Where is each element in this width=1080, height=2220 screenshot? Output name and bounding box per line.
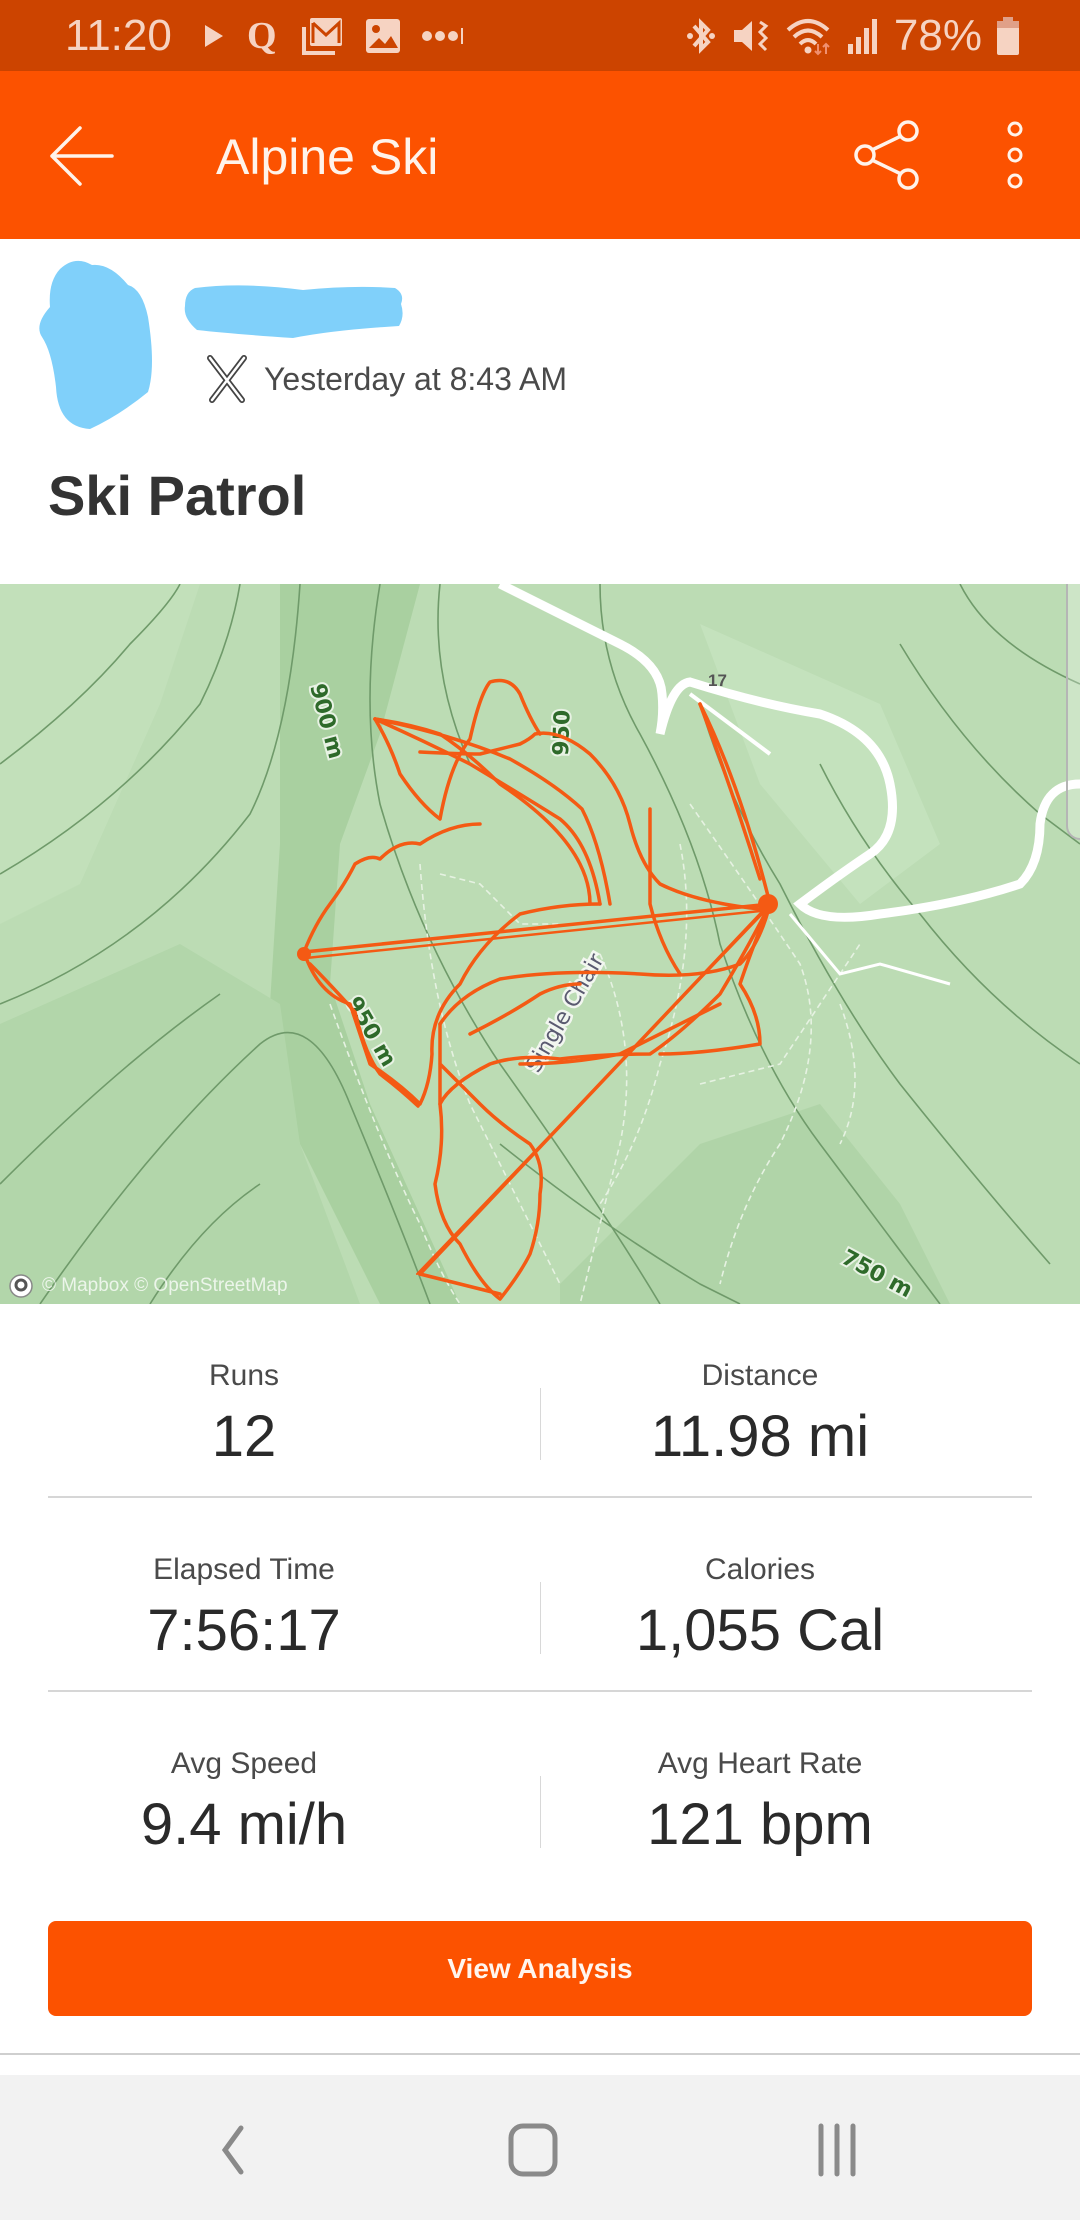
stat-label: Runs (208, 1359, 280, 1392)
more-options-button[interactable] (996, 117, 1034, 193)
battery-icon (997, 17, 1019, 55)
edge-panel-handle[interactable] (1066, 584, 1080, 840)
nav-recents-icon (818, 2123, 856, 2177)
page-title: Alpine Ski (216, 129, 439, 185)
arrow-left-icon (50, 126, 114, 186)
stat-value: 1,055 Cal (635, 1598, 885, 1663)
mapbox-logo-icon (9, 1274, 33, 1298)
stats-grid: Runs 12 Distance 11.98 mi Elapsed Time 7… (48, 1304, 1032, 1886)
stat-avg-speed: Avg Speed 9.4 mi/h (0, 1692, 490, 1886)
nav-home-button[interactable] (488, 2105, 578, 2195)
svg-text:Q: Q (247, 16, 277, 56)
stat-label: Elapsed Time (153, 1553, 335, 1586)
system-nav-bar (0, 2075, 1080, 2220)
stat-distance: Distance 11.98 mi (514, 1304, 1006, 1498)
back-button[interactable] (46, 121, 116, 191)
stat-label: Avg Speed (170, 1747, 318, 1780)
more-notifications-icon (422, 28, 463, 44)
nav-home-icon (508, 2123, 558, 2177)
battery-percent: 78% (893, 11, 982, 60)
stat-value: 9.4 mi/h (140, 1792, 348, 1857)
stat-label: Calories (704, 1553, 816, 1586)
stat-value: 7:56:17 (147, 1598, 341, 1663)
activity-header: Yesterday at 8:43 AM Ski Patrol (0, 239, 1080, 584)
nav-recents-button[interactable] (792, 2105, 882, 2195)
nav-back-button[interactable] (186, 2105, 276, 2195)
gmail-icon (302, 18, 342, 55)
mute-vibrate-icon (733, 20, 769, 52)
stat-label: Distance (701, 1359, 819, 1392)
view-analysis-button[interactable]: View Analysis (48, 1921, 1032, 2016)
stat-value: 11.98 mi (650, 1404, 870, 1469)
stat-value: 121 bpm (647, 1792, 873, 1857)
stat-elapsed-time: Elapsed Time 7:56:17 (0, 1498, 490, 1692)
status-bar: 11:20 Q 78% (0, 0, 1080, 71)
footer-divider (0, 2053, 1080, 2055)
athlete-name-redacted[interactable] (183, 282, 405, 342)
stats-row: Avg Speed 9.4 mi/h Avg Heart Rate 121 bp… (48, 1692, 1032, 1886)
share-button[interactable] (850, 117, 926, 193)
activity-title: Ski Patrol (48, 464, 307, 527)
alpine-ski-icon (207, 355, 247, 403)
bluetooth-icon (686, 18, 715, 54)
nav-back-icon (221, 2125, 244, 2175)
play-store-icon (205, 25, 223, 47)
quora-icon: Q (247, 16, 277, 56)
map-canvas: 17 900 m 950 950 m 750 m Single Chair (0, 584, 1080, 1304)
activity-timestamp: Yesterday at 8:43 AM (264, 361, 568, 397)
road-label: 17 (708, 671, 727, 690)
map-attribution[interactable]: © Mapbox © OpenStreetMap (8, 1272, 288, 1300)
stat-value: 12 (211, 1404, 277, 1469)
terrain-shading (0, 584, 950, 1304)
activity-map[interactable]: 17 900 m 950 950 m 750 m Single Chair (0, 584, 1080, 1304)
attribution-text: © Mapbox © OpenStreetMap (42, 1275, 288, 1296)
signal-icon (847, 19, 877, 54)
notification-icons: Q (203, 14, 465, 58)
stat-runs: Runs 12 (0, 1304, 490, 1498)
wifi-icon (786, 19, 830, 56)
share-icon (854, 120, 919, 190)
stats-row: Runs 12 Distance 11.98 mi (48, 1304, 1032, 1498)
app-bar: Alpine Ski (0, 71, 1080, 239)
status-time: 11:20 (65, 11, 172, 60)
more-vertical-icon (1007, 121, 1023, 189)
stat-calories: Calories 1,055 Cal (514, 1498, 1006, 1692)
gallery-icon (366, 19, 400, 53)
avatar[interactable] (30, 257, 180, 432)
stat-label: Avg Heart Rate (657, 1747, 863, 1780)
stats-row: Elapsed Time 7:56:17 Calories 1,055 Cal (48, 1498, 1032, 1692)
stat-avg-heart-rate: Avg Heart Rate 121 bpm (514, 1692, 1006, 1886)
system-icons: 78% (686, 8, 1020, 64)
